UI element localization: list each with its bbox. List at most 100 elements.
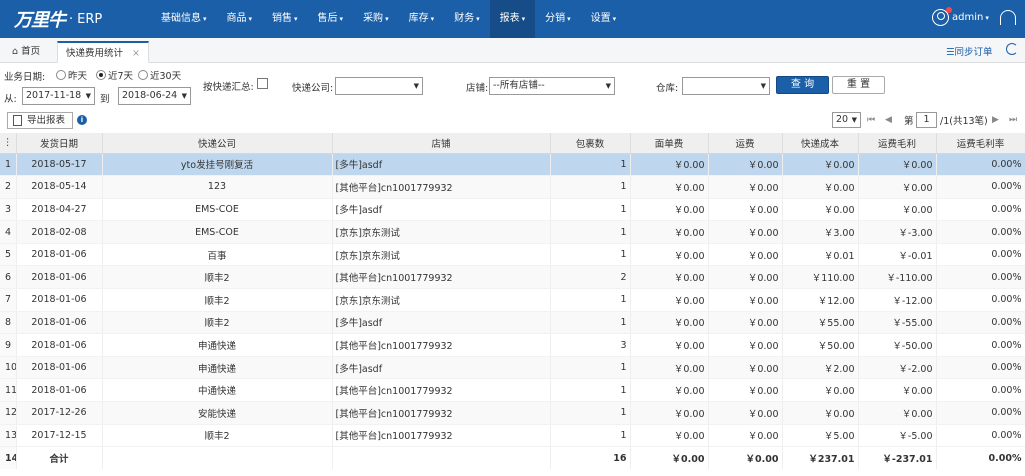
cell-cost: ￥2.00 xyxy=(782,356,859,380)
column-header[interactable]: 运费毛利 xyxy=(858,133,937,154)
from-date-value: 2017-11-18 xyxy=(26,90,82,101)
radio-yesterday[interactable]: 昨天 xyxy=(56,68,87,82)
tab-shipping-cost-stats[interactable]: 快递费用统计 × xyxy=(57,41,150,63)
column-header[interactable]: 快递公司 xyxy=(102,133,333,154)
headset-icon[interactable] xyxy=(1000,10,1016,25)
chevron-down-icon: ▾ xyxy=(521,15,526,23)
cell-n: 2 xyxy=(0,175,17,199)
cell-date: 2018-01-06 xyxy=(16,243,103,267)
cell-pkgs: 1 xyxy=(550,198,631,222)
column-header[interactable]: 店铺 xyxy=(332,133,551,154)
chevron-down-icon: ▾ xyxy=(476,15,480,23)
table-row[interactable]: 12 2017-12-26 安能快递 [其他平台]cn1001779932 1 ￥0.00… xyxy=(0,401,1025,425)
nav-item-3[interactable]: 售后 ▾ xyxy=(308,0,354,38)
warehouse-select[interactable]: ▼ xyxy=(682,77,770,95)
page-tab-bar: ⌂ 首页 快递费用统计 × xyxy=(0,38,1025,63)
radio-last-30-days[interactable]: 近30天 xyxy=(138,68,181,82)
cell-cost: ￥0.00 xyxy=(782,198,859,222)
table-row[interactable]: 8 2018-01-06 顺丰2 [多牛]asdf 1 ￥0.00 ￥0.00 ￥55.00 ￥… xyxy=(0,311,1025,335)
info-icon[interactable]: i xyxy=(77,115,87,125)
chevron-down-icon: ▾ xyxy=(339,15,344,23)
radio-circle xyxy=(56,70,66,80)
total-cell-empty xyxy=(332,446,551,470)
column-header[interactable]: 快递成本 xyxy=(782,133,859,154)
column-header[interactable]: 面单费 xyxy=(630,133,709,154)
table-row[interactable]: 4 2018-02-08 EMS-COE [京东]京东测试 1 ￥0.00 ￥0.00 ￥3.… xyxy=(0,220,1025,244)
nav-item-1[interactable]: 商品 ▾ xyxy=(217,0,263,38)
table-row[interactable]: 3 2018-04-27 EMS-COE [多牛]asdf 1 ￥0.00 ￥0.00 ￥0.… xyxy=(0,198,1025,222)
table-row[interactable]: 5 2018-01-06 百事 [京东]京东测试 1 ￥0.00 ￥0.00 ￥0.01 ￥-0… xyxy=(0,243,1025,267)
nav-item-label: 库存 xyxy=(408,13,429,24)
nav-item-9[interactable]: 设置 ▾ xyxy=(581,0,627,38)
cell-date: 2018-01-06 xyxy=(16,265,103,290)
cell-shop: [多牛]asdf xyxy=(332,356,551,380)
cell-cost: ￥0.00 xyxy=(782,378,859,403)
nav-item-2[interactable]: 销售 ▾ xyxy=(262,0,308,38)
table-row[interactable]: 10 2018-01-06 申通快递 [多牛]asdf 1 ￥0.00 ￥0.00 ￥2.00… xyxy=(0,356,1025,380)
chevron-down-icon: ▼ xyxy=(413,82,419,90)
cell-shop: [多牛]asdf xyxy=(332,198,551,222)
reset-button[interactable]: 重 置 xyxy=(832,76,885,94)
page-number-input[interactable]: 1 xyxy=(916,112,937,128)
total-cell-pkgs: 16 xyxy=(550,446,631,470)
nav-item-8[interactable]: 分销 ▾ xyxy=(535,0,581,38)
cell-shop: [多牛]asdf xyxy=(332,311,551,335)
prev-page-icon[interactable]: ◀ xyxy=(885,115,892,125)
user-menu[interactable]: admin ▾ xyxy=(932,7,989,26)
table-row[interactable]: 1 2018-05-17 yto发挂号刚复活 [多牛]asdf 1 ￥0.00 ￥0.00 ￥… xyxy=(0,153,1025,177)
column-header[interactable]: 发货日期 xyxy=(16,133,103,154)
cell-freight: ￥0.00 xyxy=(708,356,783,380)
sync-orders-link[interactable]: ☰同步订单 xyxy=(946,44,993,58)
cell-carrier: yto发挂号刚复活 xyxy=(102,153,333,177)
nav-item-6[interactable]: 财务 ▾ xyxy=(444,0,490,38)
group-by-carrier-label: 按快递汇总: xyxy=(203,82,254,93)
cell-n: 13 xyxy=(0,424,17,448)
last-page-icon[interactable]: ⏭ xyxy=(1009,115,1017,125)
first-page-icon[interactable]: ⏮ xyxy=(867,115,875,125)
cell-margin: 0.00% xyxy=(936,378,1025,403)
table-row[interactable]: 2 2018-05-14 123 [其他平台]cn1001779932 1 ￥0.00 ￥0… xyxy=(0,175,1025,199)
sync-orders-label: 同步订单 xyxy=(954,47,993,58)
export-report-button[interactable]: 导出报表 xyxy=(7,112,73,129)
cell-date: 2018-01-06 xyxy=(16,288,103,312)
column-header[interactable]: 运费毛利率 xyxy=(936,133,1025,154)
close-icon[interactable]: × xyxy=(132,48,140,59)
app-logo[interactable]: 万里牛 · ERP xyxy=(14,6,102,32)
tab-home[interactable]: ⌂ 首页 xyxy=(4,41,48,63)
table-row[interactable]: 7 2018-01-06 顺丰2 [京东]京东测试 1 ￥0.00 ￥0.00 ￥12.00 ￥… xyxy=(0,288,1025,312)
column-header[interactable]: 运费 xyxy=(708,133,783,154)
shipping-cost-table: ⋮ 发货日期 快递公司 店铺 包裹数 面单费 运费 快递成本 运费毛利 运费毛利率 1 2018-… xyxy=(0,133,1025,470)
nav-item-5[interactable]: 库存 ▾ xyxy=(399,0,445,38)
warehouse-label: 仓库: xyxy=(656,83,679,94)
group-by-carrier-checkbox[interactable] xyxy=(257,78,268,89)
cell-date: 2017-12-26 xyxy=(16,401,103,425)
table-row[interactable]: 11 2018-01-06 中通快递 [其他平台]cn1001779932 1 ￥0.00… xyxy=(0,378,1025,403)
radio-last-7-days[interactable]: 近7天 xyxy=(96,68,133,82)
from-date-select[interactable]: 2017-11-18 ▼ xyxy=(22,87,95,105)
home-icon: ⌂ xyxy=(12,46,19,57)
cell-label_fee: ￥0.00 xyxy=(630,243,709,267)
shop-select-value: --所有店铺-- xyxy=(493,80,545,91)
refresh-icon[interactable] xyxy=(1006,43,1018,55)
notification-dot xyxy=(946,7,952,13)
cell-pkgs: 1 xyxy=(550,288,631,312)
query-button[interactable]: 查 询 xyxy=(776,76,829,94)
cell-pkgs: 1 xyxy=(550,378,631,403)
cell-date: 2018-01-06 xyxy=(16,356,103,380)
shop-select[interactable]: --所有店铺-- ▼ xyxy=(489,77,615,95)
table-row[interactable]: 9 2018-01-06 申通快递 [其他平台]cn1001779932 3 ￥0.00 ￥… xyxy=(0,333,1025,357)
nav-item-7[interactable]: 报表 ▾ xyxy=(489,0,536,38)
next-page-icon[interactable]: ▶ xyxy=(992,115,999,125)
cell-cost: ￥50.00 xyxy=(782,333,859,357)
table-row[interactable]: 6 2018-01-06 顺丰2 [其他平台]cn1001779932 2 ￥0.00 ￥0… xyxy=(0,265,1025,290)
nav-item-label: 设置 xyxy=(590,13,611,24)
to-date-select[interactable]: 2018-06-24 ▼ xyxy=(118,87,191,105)
column-header[interactable]: 包裹数 xyxy=(550,133,631,154)
table-row[interactable]: 13 2017-12-15 顺丰2 [其他平台]cn1001779932 1 ￥0.00 ￥… xyxy=(0,424,1025,448)
cell-profit: ￥0.00 xyxy=(858,401,937,425)
carrier-select[interactable]: ▼ xyxy=(335,77,423,95)
page-size-select[interactable]: 20 ▼ xyxy=(832,112,861,128)
nav-item-4[interactable]: 采购 ▾ xyxy=(353,0,399,38)
nav-item-0[interactable]: 基础信息 ▾ xyxy=(151,0,217,38)
total-cell-margin: 0.00% xyxy=(936,446,1025,470)
